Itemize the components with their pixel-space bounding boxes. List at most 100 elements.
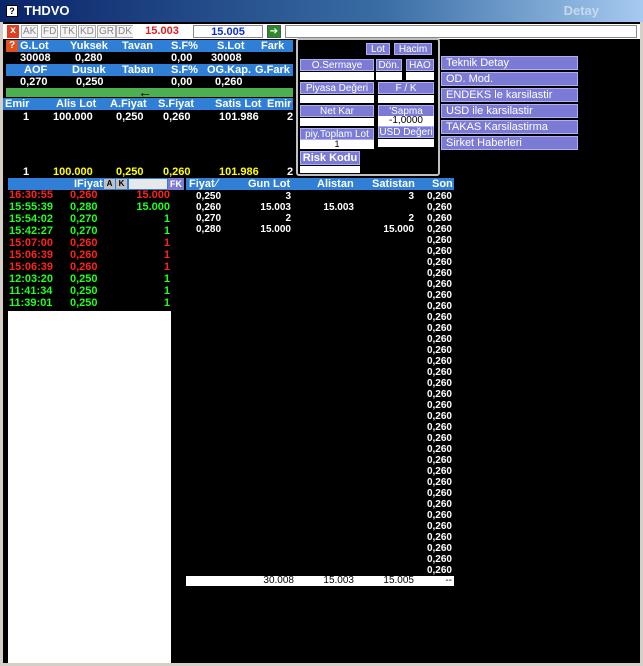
depth-row[interactable]: 0,270 2 2 0,260 <box>186 213 454 224</box>
depth-row[interactable]: 0,260 <box>186 455 454 466</box>
depth-row[interactable]: 0,260 <box>186 400 454 411</box>
risk-kodu-button[interactable]: Risk Kodu <box>300 151 360 165</box>
menu-sirket-haberleri[interactable]: Sirket Haberleri <box>441 136 578 150</box>
trade-row[interactable]: 15:54:02 0,270 1 <box>8 214 171 225</box>
trend-bar: ← <box>6 84 293 100</box>
depth-row[interactable]: 0,250 3 3 0,260 <box>186 191 454 202</box>
trade-row[interactable]: 12:03:20 0,250 1 <box>8 274 171 285</box>
footer-son: -- <box>445 575 452 586</box>
depth-row[interactable]: 0,260 <box>186 367 454 378</box>
trade-price: 0,260 <box>70 249 98 261</box>
command-input[interactable] <box>285 25 637 38</box>
depth-row[interactable]: 0,260 <box>186 279 454 290</box>
menu-takas[interactable]: TAKAS Karsilastirma <box>441 120 578 134</box>
depth-row[interactable]: 0,260 <box>186 235 454 246</box>
depth-alistan: 15.003 <box>323 202 354 213</box>
trades-empty-area <box>8 311 171 663</box>
toolbar-dk-button[interactable]: DK <box>116 25 134 38</box>
trades-filter-input[interactable] <box>129 179 167 189</box>
toolbar-fd-button[interactable]: FD <box>41 25 59 38</box>
net-kar-button[interactable]: Net Kar <box>300 105 374 117</box>
don-button[interactable]: Dön. <box>376 59 402 71</box>
depth-row[interactable]: 0,260 <box>186 444 454 455</box>
menu-teknik-detay[interactable]: Teknik Detay <box>441 56 578 70</box>
depth-row[interactable]: 0,260 <box>186 301 454 312</box>
window-title: THDVO <box>24 3 70 18</box>
trade-row[interactable]: 16:30:55 0,260 15.000 <box>8 190 171 201</box>
total-afiyat: 0,250 <box>116 166 144 178</box>
depth-row[interactable]: 0,260 <box>186 543 454 554</box>
trade-row[interactable]: 15:55:39 0,280 15.000 <box>8 202 171 213</box>
depth-row[interactable]: 0,260 <box>186 499 454 510</box>
trades-a-button[interactable]: A <box>104 179 115 189</box>
total-satis-lot: 101.986 <box>219 166 259 178</box>
depth-header-fiyat: Fiyat <box>189 178 215 190</box>
depth-fiyat: 0,270 <box>196 213 222 224</box>
depth-row[interactable]: 0,260 <box>186 422 454 433</box>
title-bar[interactable]: ? THDVO Detay <box>0 0 643 22</box>
trade-price: 0,270 <box>70 213 98 225</box>
depth-row[interactable]: 0,260 <box>186 290 454 301</box>
depth-row[interactable]: 0,260 <box>186 554 454 565</box>
ask-price: 15.005 <box>193 25 263 38</box>
depth-row[interactable]: 0,260 <box>186 246 454 257</box>
menu-endeks[interactable]: ENDEKS le karsilastir <box>441 88 578 102</box>
depth-row[interactable]: 0,260 <box>186 433 454 444</box>
trades-k-button[interactable]: K <box>116 179 127 189</box>
depth-row[interactable]: 0,260 <box>186 257 454 268</box>
orders-row[interactable]: 1 100.000 0,250 0,260 101.986 2 <box>3 111 293 123</box>
toolbar-tk-button[interactable]: TK <box>60 25 77 38</box>
trade-row[interactable]: 15:06:39 0,260 1 <box>8 262 171 273</box>
footer-alistan: 15.003 <box>323 575 354 586</box>
depth-row[interactable]: 0,260 <box>186 510 454 521</box>
depth-row[interactable]: 0,260 <box>186 356 454 367</box>
go-arrow-icon[interactable]: ➔ <box>267 25 281 38</box>
depth-header-satistan: Satistan <box>372 178 415 190</box>
trade-time: 15:06:39 <box>9 249 54 261</box>
depth-row[interactable]: 0,260 <box>186 521 454 532</box>
trades-list: 16:30:55 0,260 15.000 15:55:39 0,280 15.000 15… <box>8 190 171 310</box>
depth-row[interactable]: 0,260 <box>186 312 454 323</box>
fk-button[interactable]: F / K <box>378 82 434 94</box>
depth-row[interactable]: 0,260 <box>186 488 454 499</box>
depth-row[interactable]: 0,260 <box>186 378 454 389</box>
header-tavan: Tavan <box>122 40 153 52</box>
depth-row[interactable]: 0,260 <box>186 323 454 334</box>
piyasa-degeri-button[interactable]: Piyasa Değeri <box>300 82 374 94</box>
depth-row[interactable]: 0,260 <box>186 345 454 356</box>
depth-row[interactable]: 0,260 15.003 15.003 0,260 <box>186 202 454 213</box>
depth-row[interactable]: 0,260 <box>186 532 454 543</box>
sort-icon[interactable]: ⁄ <box>216 178 218 190</box>
depth-row[interactable]: 0,260 <box>186 466 454 477</box>
trade-row[interactable]: 15:42:27 0,270 1 <box>8 226 171 237</box>
osermaye-button[interactable]: O.Sermaye <box>300 59 374 71</box>
depth-row[interactable]: 0,260 <box>186 411 454 422</box>
trade-time: 15:42:27 <box>9 225 54 237</box>
hacim-button[interactable]: Hacim <box>394 43 432 55</box>
trade-row[interactable]: 15:06:39 0,260 1 <box>8 250 171 261</box>
toolbar-ak-button[interactable]: AK <box>21 25 39 38</box>
app-icon[interactable]: ? <box>6 5 18 17</box>
trades-fk-button[interactable]: FK <box>168 178 184 190</box>
usd-degeri-button[interactable]: USD Değeri <box>378 126 434 138</box>
depth-row[interactable]: 0,260 <box>186 477 454 488</box>
depth-row[interactable]: 0,260 <box>186 334 454 345</box>
trade-row[interactable]: 11:39:01 0,250 1 <box>8 298 171 309</box>
depth-header-gunlot: Gun Lot <box>248 178 291 190</box>
sapma-value: -1,0000 <box>378 116 434 126</box>
trade-row[interactable]: 15:07:00 0,260 1 <box>8 238 171 249</box>
depth-row[interactable]: 0,280 15.000 15.000 0,260 <box>186 224 454 235</box>
help-icon[interactable]: ? <box>6 40 18 52</box>
toolbar-gr-button[interactable]: GR <box>97 25 116 38</box>
depth-row[interactable]: 0,260 <box>186 268 454 279</box>
lot-button[interactable]: Lot <box>366 43 390 55</box>
trade-row[interactable]: 11:41:34 0,250 1 <box>8 286 171 297</box>
toolbar-kd-button[interactable]: KD <box>78 25 96 38</box>
hao-button[interactable]: HAO <box>406 59 434 71</box>
menu-od-mod[interactable]: OD. Mod. <box>441 72 578 86</box>
depth-row[interactable]: 0,260 <box>186 389 454 400</box>
close-icon[interactable]: x <box>7 25 19 38</box>
depth-son: 0,260 <box>426 257 452 268</box>
menu-usd[interactable]: USD ile karsilastir <box>441 104 578 118</box>
depth-son: 0,260 <box>426 345 452 356</box>
